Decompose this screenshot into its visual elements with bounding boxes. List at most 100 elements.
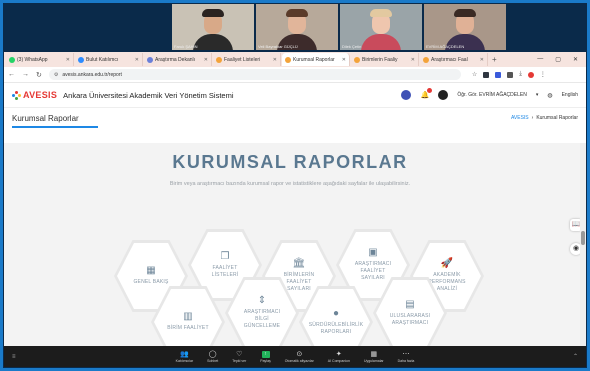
meeting-tool-icon: 👥 (180, 350, 190, 358)
tab-close-icon[interactable]: ✕ (204, 57, 208, 63)
university-emblem-icon[interactable] (401, 90, 412, 100)
tab-favicon-icon (147, 56, 153, 63)
tab-close-icon[interactable]: ✕ (135, 57, 139, 63)
reports-subheading: Birim veya araştırmacı bazında kurumsal … (169, 181, 411, 187)
minimize-icon[interactable]: — (537, 56, 543, 63)
tab-label: Kurumsal Raporlar (293, 56, 335, 63)
notification-bell-icon[interactable]: 🔔 (420, 87, 433, 100)
user-avatar[interactable] (438, 90, 449, 100)
meeting-toolbar-button[interactable]: ⋯ Daha fazla (398, 351, 415, 363)
tab-bar: (3) WhatsApp ✕ Bulut Katılımcı ✕ Araştır… (4, 52, 586, 67)
bookmark-star-icon[interactable]: ☆ (472, 71, 477, 78)
tab-favicon-icon (423, 56, 429, 63)
breadcrumb-home-link[interactable]: AVESIS (511, 115, 529, 121)
meeting-tool-icon: ▦ (370, 350, 378, 358)
avesis-logo[interactable]: AVESIS (12, 90, 57, 100)
meeting-toolbar-button[interactable]: ♡ Tepki ver (232, 351, 246, 363)
meeting-tool-label: Tepki ver (232, 358, 247, 363)
download-icon[interactable]: ⤓ (519, 71, 522, 78)
meeting-toolbar-button[interactable]: ✦ AI Companion (328, 351, 350, 363)
meeting-toolbar-button[interactable]: ◯ Sohbet (207, 351, 218, 363)
browser-tab[interactable]: Kurumsal Raporlar ✕ (282, 53, 350, 66)
participant-video-tile[interactable]: Veli Bayraktar GÜÇLÜ (256, 4, 338, 50)
tab-label: Faaliyet Listeleri (224, 56, 261, 63)
logo-text: AVESIS (23, 90, 58, 100)
report-icon: ▦ (146, 265, 156, 277)
toolbar-more-icon[interactable]: ⌃ (573, 353, 578, 360)
browser-tab[interactable]: Araştırma Dekanlı ✕ (144, 53, 212, 66)
tab-close-icon[interactable]: ✕ (273, 57, 277, 63)
language-switch[interactable]: English (562, 92, 578, 98)
tab-close-icon[interactable]: ✕ (342, 57, 346, 63)
extension-icon[interactable] (507, 71, 514, 78)
close-window-icon[interactable]: ✕ (573, 56, 578, 63)
language-globe-icon[interactable]: ◍ (547, 92, 552, 99)
meeting-tool-label: Daha fazla (397, 358, 415, 363)
participant-name: Dilek Çetin (342, 44, 362, 49)
report-card[interactable]: ● SÜRDÜRÜLEBİLİRLİK RAPORLARI (299, 286, 373, 346)
reload-icon[interactable]: ↻ (36, 71, 42, 79)
main-content: KURUMSAL RAPORLAR Birim veya araştırmacı… (4, 143, 586, 346)
maximize-icon[interactable]: ▢ (555, 56, 561, 63)
card-content: ● SÜRDÜRÜLEBİLİRLİK RAPORLARI (299, 286, 373, 346)
breadcrumb: AVESIS › Kurumsal Raporlar (511, 115, 578, 121)
user-name[interactable]: Öğr. Gör. EVRİM AĞAÇDELEN (457, 92, 526, 98)
browser-tab[interactable]: Faaliyet Listeleri ✕ (213, 53, 281, 66)
report-icon: ● (332, 307, 340, 319)
meeting-toolbar-button[interactable]: ↑ Paylaş (260, 350, 271, 363)
participant-video-tile[interactable]: Faruk ŞAHİN (172, 4, 254, 50)
report-card-label: BİRİM FAALİYET (167, 325, 209, 332)
report-icon: ▤ (405, 298, 415, 310)
forward-icon[interactable]: → (22, 71, 29, 78)
browser-tab[interactable]: Araştırmacı Faal ✕ (420, 53, 488, 66)
tab-label: Araştırmacı Faal (431, 56, 468, 63)
chevron-down-icon[interactable]: ▾ (536, 92, 539, 98)
browser-tab[interactable]: (3) WhatsApp ✕ (6, 53, 74, 66)
participant-video-tile[interactable]: EVRİM AĞAÇDELEN (424, 4, 506, 50)
browser-tab[interactable]: Birimlerin Faaliy ✕ (351, 53, 419, 66)
tab-favicon-icon (78, 56, 84, 63)
meeting-tool-icon: ◯ (208, 350, 217, 358)
report-card[interactable]: ▤ ULUSLARARASI ARAŞTIRMACI (373, 277, 447, 346)
video-strip: Faruk ŞAHİN Veli Bayraktar GÜÇLÜ Dilek Ç… (172, 4, 506, 50)
tab-close-icon[interactable]: ✕ (480, 57, 484, 63)
scrollbar[interactable] (580, 143, 586, 346)
meeting-toolbar-button[interactable]: 👥 Katılımcılar (176, 351, 194, 363)
meeting-tool-label: Katılımcılar (175, 358, 194, 363)
report-icon: ❐ (220, 250, 230, 262)
tab-favicon-icon (285, 56, 291, 63)
browser-tab[interactable]: Bulut Katılımcı ✕ (75, 53, 143, 66)
tab-favicon-icon (354, 56, 360, 63)
tab-label: Bulut Katılımcı (86, 56, 119, 63)
tab-close-icon[interactable]: ✕ (411, 57, 415, 63)
report-card-label: GENEL BAKIŞ (133, 279, 169, 286)
participant-video-tile[interactable]: Dilek Çetin (340, 4, 422, 50)
header-actions: 🔔 Öğr. Gör. EVRİM AĞAÇDELEN ▾ ◍ English (401, 87, 578, 100)
new-tab-button[interactable]: + (492, 55, 497, 64)
extension-icon[interactable] (483, 71, 490, 78)
site-info-icon[interactable]: ⚙ (54, 72, 58, 78)
meeting-toolbar-button[interactable]: ⊙ Otomatik altyazılar (285, 351, 314, 363)
tab-close-icon[interactable]: ✕ (66, 57, 70, 63)
tab-favicon-icon (216, 56, 222, 63)
browser-window: (3) WhatsApp ✕ Bulut Katılımcı ✕ Araştır… (4, 52, 586, 346)
scrollbar-thumb[interactable] (581, 231, 585, 245)
report-card[interactable]: ⇕ ARAŞTIRMACI BİLGİ GÜNCELLEME (225, 277, 299, 346)
logo-mark-icon (12, 90, 22, 100)
card-content: ▥ BİRİM FAALİYET (151, 286, 225, 346)
profile-avatar[interactable] (527, 71, 534, 78)
address-bar: ← → ↻ ⚙ avesis.ankara.edu.tr/report ☆ ⤓ … (4, 67, 586, 83)
url-field[interactable]: ⚙ avesis.ankara.edu.tr/report (48, 69, 461, 80)
back-icon[interactable]: ← (8, 71, 15, 78)
report-card[interactable]: ▥ BİRİM FAALİYET (151, 286, 225, 346)
meeting-toolbar-button[interactable]: ▦ Uygulamalar (364, 351, 384, 363)
extension-icons: ☆ ⤓ ⋮ (472, 71, 546, 78)
meeting-toolbar: ≡ ⌃ 👥 Katılımcılar ◯ Sohbet ♡ Tepki ver ↑ P… (4, 346, 586, 367)
report-icon: ▣ (368, 247, 378, 259)
toolbar-menu-icon[interactable]: ≡ (12, 354, 16, 360)
meeting-tool-label: Paylaş (260, 358, 271, 363)
page-header: Kurumsal Raporlar AVESIS › Kurumsal Rapo… (4, 108, 586, 128)
menu-icon[interactable]: ⋮ (540, 71, 546, 78)
extension-icon[interactable] (495, 71, 502, 78)
site-header: AVESIS Ankara Üniversitesi Akademik Veri… (4, 83, 586, 108)
